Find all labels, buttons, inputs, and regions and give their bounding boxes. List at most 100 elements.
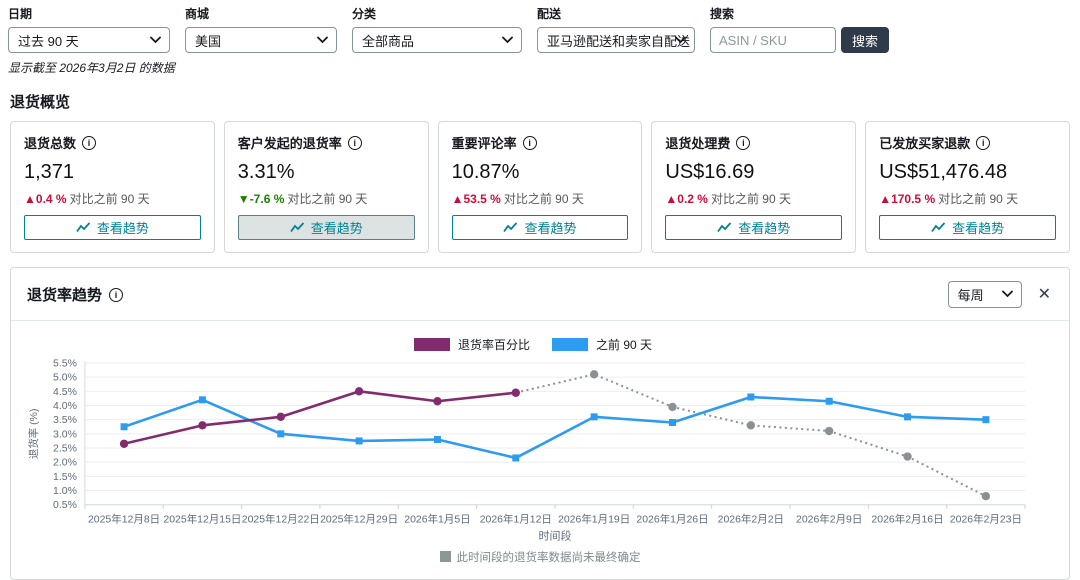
return-rate-chart-svg: 5.5%5.0%4.5%4.0%3.5%3.0%2.5%2.0%1.5%1.0%… [23,355,1057,547]
category-label: 分类 [352,5,522,22]
compare-label: 对比之前 90 天 [287,192,367,206]
date-label: 日期 [8,5,170,22]
info-icon[interactable]: i [348,136,362,150]
trend-up-icon: ▲ [24,192,36,206]
trend-down-icon: ▼ [238,192,250,206]
filter-fulfillment: 配送 亚马逊配送和卖家自配送 [537,5,695,53]
svg-text:3.5%: 3.5% [53,415,77,426]
compare-label: 对比之前 90 天 [938,192,1018,206]
svg-text:2.5%: 2.5% [53,444,77,455]
view-trend-button-selected[interactable]: 查看趋势 [238,215,415,240]
svg-text:4.0%: 4.0% [53,401,77,412]
frequency-select-value: 每周 [958,285,984,304]
svg-text:2025年12月8日: 2025年12月8日 [88,513,160,526]
fulfillment-label: 配送 [537,5,695,22]
fulfillment-select-value: 亚马逊配送和卖家自配送 [547,31,690,50]
svg-text:2025年12月15日: 2025年12月15日 [163,513,241,526]
svg-text:2026年2月2日: 2026年2月2日 [718,513,784,526]
date-select[interactable]: 过去 90 天 [8,27,170,53]
search-label: 搜索 [710,5,889,22]
return-rate-chart: 5.5%5.0%4.5%4.0%3.5%3.0%2.5%2.0%1.5%1.0%… [11,353,1069,547]
change-value: 0.4 % [36,192,67,206]
card-title: 客户发起的退货率 [238,133,342,152]
marketplace-select-value: 美国 [195,31,221,50]
svg-text:0.5%: 0.5% [53,500,77,511]
frequency-select[interactable]: 每周 [948,281,1022,308]
compare-label: 对比之前 90 天 [70,192,150,206]
line-chart-icon [931,222,946,233]
svg-text:2026年2月16日: 2026年2月16日 [871,513,943,526]
search-button[interactable]: 搜索 [841,27,889,53]
date-select-value: 过去 90 天 [18,31,79,50]
svg-text:2025年12月22日: 2025年12月22日 [242,513,320,526]
fulfillment-select[interactable]: 亚马逊配送和卖家自配送 [537,27,695,53]
category-select[interactable]: 全部商品 [352,27,522,53]
trend-up-icon: ▲ [879,192,891,206]
card-title: 重要评论率 [452,133,517,152]
svg-text:2026年2月23日: 2026年2月23日 [950,513,1022,526]
estimated-data-swatch [440,551,451,562]
svg-text:退货率 (%): 退货率 (%) [27,409,40,460]
svg-text:4.5%: 4.5% [53,387,77,398]
card-refunds-issued: 已发放买家退款i US$51,476.48 ▲170.5 %对比之前 90 天 … [865,121,1070,253]
line-chart-icon [503,222,518,233]
trend-up-icon: ▲ [665,192,677,206]
chart-legend: 退货率百分比 之前 90 天 [11,336,1069,353]
card-value: US$16.69 [665,161,842,184]
legend-swatch-current [414,338,450,351]
chart-footnote: 此时间段的退货率数据尚未最终确定 [11,549,1069,565]
svg-text:2026年1月26日: 2026年1月26日 [636,513,708,526]
card-title: 退货总数 [24,133,76,152]
filter-bar: 日期 过去 90 天 商城 美国 分类 全部商品 配送 亚马逊配送和卖家自配送 … [0,0,1080,53]
info-icon[interactable]: i [976,136,990,150]
legend-swatch-previous [552,338,588,351]
chevron-down-icon [1002,290,1013,298]
marketplace-label: 商城 [185,5,337,22]
legend-label-previous: 之前 90 天 [596,336,652,353]
card-value: US$51,476.48 [879,161,1056,184]
line-chart-icon [76,222,91,233]
svg-text:2026年2月9日: 2026年2月9日 [796,513,862,526]
return-rate-trend-panel: 退货率趋势 i 每周 ✕ 退货率百分比 之前 90 天 5.5% 5.0% 4.5% 4… [10,267,1070,580]
svg-text:2026年1月19日: 2026年1月19日 [558,513,630,526]
change-value: 53.5 % [463,192,500,206]
line-chart-icon [717,222,732,233]
trend-panel-title: 退货率趋势 [27,284,102,305]
overview-cards: 退货总数i 1,371 ▲0.4 %对比之前 90 天 查看趋势 客户发起的退货… [0,121,1080,253]
compare-label: 对比之前 90 天 [711,192,791,206]
view-trend-button[interactable]: 查看趋势 [879,215,1056,240]
search-input[interactable] [710,27,836,53]
card-title: 退货处理费 [665,133,730,152]
legend-label-current: 退货率百分比 [458,336,530,353]
card-value: 10.87% [452,161,629,184]
chevron-down-icon [317,36,328,44]
svg-text:时间段: 时间段 [539,529,572,543]
info-icon[interactable]: i [523,136,537,150]
filter-date: 日期 过去 90 天 [8,5,170,53]
svg-text:2026年1月12日: 2026年1月12日 [480,513,552,526]
view-trend-button[interactable]: 查看趋势 [665,215,842,240]
info-icon[interactable]: i [82,136,96,150]
info-icon[interactable]: i [109,288,123,302]
svg-text:5.0%: 5.0% [53,373,77,384]
svg-text:2025年12月29日: 2025年12月29日 [320,513,398,526]
compare-label: 对比之前 90 天 [504,192,584,206]
trend-up-icon: ▲ [452,192,464,206]
card-value: 3.31% [238,161,415,184]
card-customer-return-rate: 客户发起的退货率i 3.31% ▼-7.6 %对比之前 90 天 查看趋势 [224,121,429,253]
marketplace-select[interactable]: 美国 [185,27,337,53]
chevron-down-icon [675,36,686,44]
view-trend-button[interactable]: 查看趋势 [452,215,629,240]
info-icon[interactable]: i [736,136,750,150]
filter-marketplace: 商城 美国 [185,5,337,53]
card-value: 1,371 [24,161,201,184]
category-select-value: 全部商品 [362,31,414,50]
svg-text:3.0%: 3.0% [53,429,77,440]
svg-text:5.5%: 5.5% [53,358,77,369]
filter-category: 分类 全部商品 [352,5,522,53]
view-trend-button[interactable]: 查看趋势 [24,215,201,240]
card-total-returns: 退货总数 i 1,371 ▲0.4 %对比之前 90 天 查看趋势 [10,121,215,253]
close-icon[interactable]: ✕ [1036,285,1053,305]
chevron-down-icon [502,36,513,44]
change-value: 170.5 % [891,192,935,206]
